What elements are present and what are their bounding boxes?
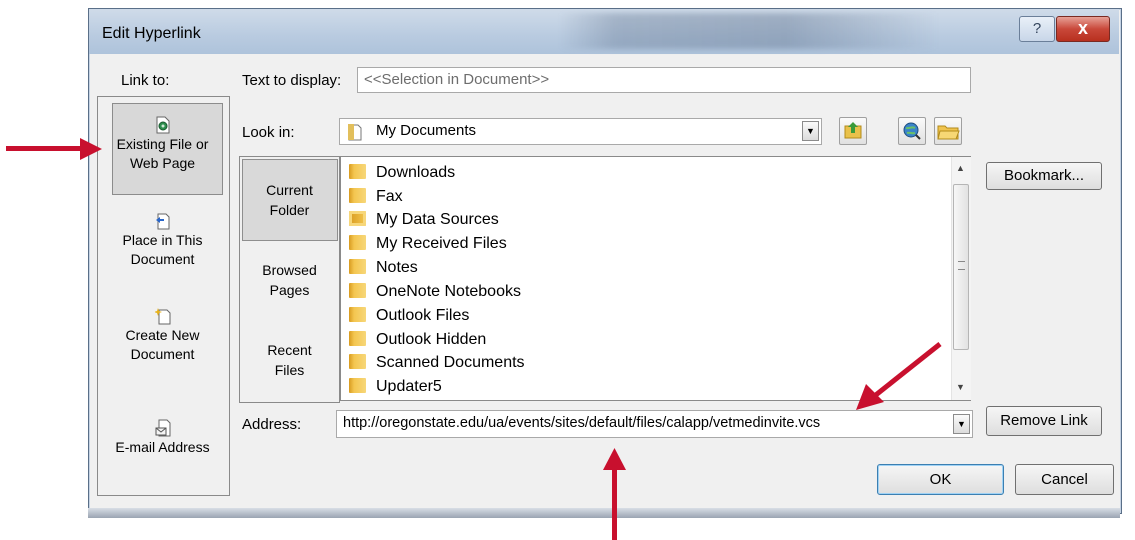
- up-folder-icon: [844, 122, 862, 139]
- list-item[interactable]: Outlook Hidden: [349, 329, 486, 353]
- ok-button[interactable]: OK: [877, 464, 1004, 495]
- address-chevron-down-icon[interactable]: ▼: [953, 414, 970, 434]
- list-item[interactable]: Scanned Documents: [349, 352, 525, 376]
- data-sources-folder-icon: [349, 211, 366, 226]
- up-one-folder-button[interactable]: [839, 117, 867, 145]
- address-value: http://oregonstate.edu/ua/events/sites/d…: [343, 415, 821, 431]
- place-browsed-label-2: Pages: [269, 282, 310, 298]
- look-in-value: My Documents: [376, 122, 477, 139]
- list-item[interactable]: Outlook Files: [349, 305, 469, 329]
- look-in-dropdown[interactable]: My Documents ▼: [339, 118, 822, 145]
- link-place-label-1: Place in This: [122, 232, 203, 248]
- email-address-icon: [155, 419, 170, 437]
- folder-icon: [349, 354, 366, 369]
- link-email-label: E-mail Address: [115, 439, 210, 455]
- file-name: Downloads: [376, 164, 456, 181]
- remove-link-button[interactable]: Remove Link: [986, 406, 1102, 436]
- place-current-folder[interactable]: Current Folder: [243, 180, 336, 220]
- place-browsed-pages[interactable]: Browsed Pages: [243, 260, 336, 300]
- browse-web-icon: [903, 122, 921, 140]
- folder-icon: [349, 331, 366, 346]
- place-browsed-label-1: Browsed: [262, 262, 317, 278]
- place-current-label-2: Folder: [269, 202, 310, 218]
- browse-for-file-button[interactable]: [934, 117, 962, 145]
- link-place-label-2: Document: [130, 251, 195, 267]
- link-existing-label-1: Existing File or: [116, 136, 209, 152]
- look-in-label: Look in:: [242, 124, 295, 141]
- file-name: Outlook Hidden: [376, 331, 487, 348]
- list-item[interactable]: OneNote Notebooks: [349, 281, 521, 305]
- file-list-scrollbar[interactable]: ▲ ▼: [951, 157, 971, 400]
- file-name: My Received Files: [376, 235, 507, 252]
- place-in-document-icon: [155, 213, 169, 230]
- text-to-display-label: Text to display:: [242, 72, 342, 89]
- file-name: Outlook Files: [376, 307, 470, 324]
- folder-icon: [349, 164, 366, 179]
- look-in-chevron-down-icon[interactable]: ▼: [802, 121, 819, 141]
- list-item[interactable]: Downloads: [349, 162, 455, 186]
- file-name: My Data Sources: [376, 211, 499, 228]
- close-button[interactable]: x: [1056, 16, 1110, 42]
- list-item[interactable]: Updater5: [349, 376, 442, 400]
- title-bar[interactable]: [89, 9, 1119, 54]
- folder-icon: [349, 307, 366, 322]
- file-name: Notes: [376, 259, 418, 276]
- dialog-title: Edit Hyperlink: [102, 25, 201, 42]
- link-existing-label-2: Web Page: [129, 155, 196, 171]
- file-name: Updater5: [376, 378, 442, 395]
- existing-file-icon: [156, 116, 169, 134]
- scroll-down-arrow-icon[interactable]: ▼: [956, 382, 965, 392]
- folder-icon: [349, 188, 366, 203]
- scroll-up-arrow-icon[interactable]: ▲: [956, 163, 965, 173]
- folder-icon: [349, 235, 366, 250]
- link-create-new-document[interactable]: Create New Document: [101, 307, 224, 364]
- folder-icon: [349, 259, 366, 274]
- list-item[interactable]: My Received Files: [349, 233, 507, 257]
- window-bottom-edge: [88, 508, 1120, 518]
- scroll-thumb[interactable]: [953, 184, 969, 350]
- list-item[interactable]: My Data Sources: [349, 209, 499, 233]
- place-current-label-1: Current: [266, 182, 313, 198]
- folder-icon: [349, 378, 366, 393]
- file-name: Fax: [376, 188, 403, 205]
- folder-icon: [349, 283, 366, 298]
- text-to-display-field[interactable]: <<Selection in Document>>: [357, 67, 971, 93]
- cancel-button[interactable]: Cancel: [1015, 464, 1114, 495]
- my-documents-icon: [348, 124, 362, 141]
- create-new-document-icon: [154, 308, 170, 325]
- link-create-label-2: Document: [130, 346, 195, 362]
- place-recent-files[interactable]: Recent Files: [243, 340, 336, 380]
- link-to-label: Link to:: [121, 72, 170, 89]
- place-recent-label-2: Files: [274, 362, 305, 378]
- list-item[interactable]: Fax: [349, 186, 403, 210]
- list-item[interactable]: Notes: [349, 257, 418, 281]
- link-place-in-this-document[interactable]: Place in This Document: [101, 212, 224, 269]
- place-recent-label-1: Recent: [267, 342, 312, 358]
- browse-the-web-button[interactable]: [898, 117, 926, 145]
- browse-file-icon: [937, 125, 960, 140]
- address-field[interactable]: http://oregonstate.edu/ua/events/sites/d…: [336, 410, 973, 438]
- link-create-label-1: Create New: [125, 327, 200, 343]
- address-label: Address:: [242, 416, 302, 433]
- file-name: Scanned Documents: [376, 354, 525, 371]
- file-name: OneNote Notebooks: [376, 283, 521, 300]
- help-button[interactable]: ?: [1019, 16, 1055, 42]
- bookmark-button[interactable]: Bookmark...: [986, 162, 1102, 190]
- link-existing-file-or-web-page[interactable]: Existing File or Web Page: [101, 116, 224, 173]
- link-email-address[interactable]: E-mail Address: [101, 419, 224, 457]
